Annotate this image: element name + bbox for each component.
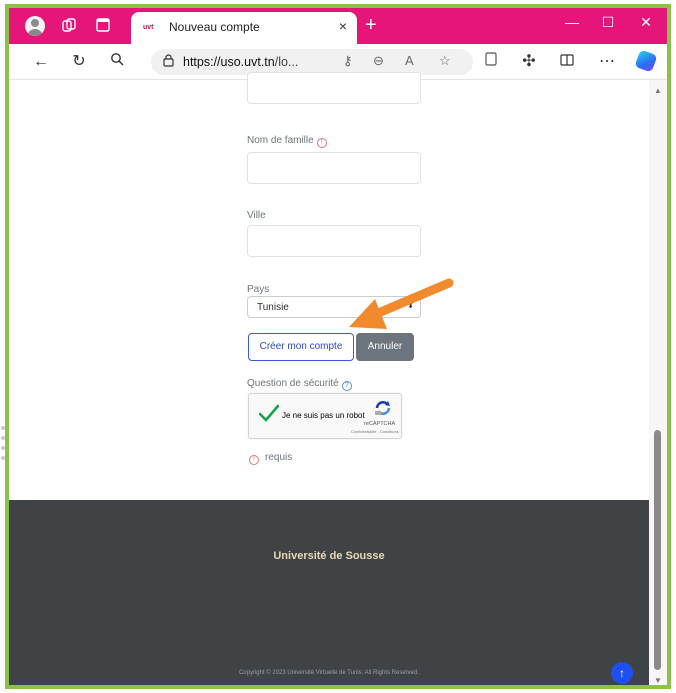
back-icon[interactable]: ← (31, 52, 51, 72)
last-name-field[interactable] (247, 152, 421, 184)
copilot-icon[interactable] (634, 49, 658, 73)
maximize-icon[interactable]: ☐ (593, 14, 623, 31)
scroll-down-icon[interactable]: ▼ (654, 676, 662, 685)
collections-icon[interactable] (481, 52, 501, 72)
new-tab-button[interactable]: + (365, 14, 377, 37)
first-name-field[interactable] (247, 72, 421, 104)
footer-copyright: Copyright © 2023 Université Virtuelle de… (238, 670, 420, 676)
tab-nouveau-compte[interactable]: uvt Nouveau compte × (131, 12, 357, 44)
security-question-label: Question de sécurité? (247, 378, 352, 391)
close-window-icon[interactable]: ✕ (631, 14, 661, 31)
background-decoration (0, 420, 8, 500)
page-content: Nom de famille! Ville Pays Tunisie ⬍ Cré… (9, 72, 649, 685)
tab-title: Nouveau compte (169, 20, 260, 34)
help-icon[interactable]: ? (341, 381, 352, 391)
profile-icon[interactable] (25, 16, 45, 36)
country-label: Pays (247, 284, 270, 295)
city-field[interactable] (247, 225, 421, 257)
annotation-arrow (349, 278, 454, 329)
footer: Université de Sousse Copyright © 2023 Un… (9, 500, 649, 685)
recaptcha-label: Je ne suis pas un robot (282, 411, 365, 420)
city-label: Ville (247, 210, 266, 221)
scrollbar[interactable]: ▲ ▼ (649, 80, 667, 685)
refresh-icon[interactable]: ↻ (69, 52, 89, 72)
browser-window: uvt Nouveau compte × + — ☐ ✕ ← ↻ https:/… (5, 4, 671, 689)
read-aloud-icon[interactable]: A (405, 53, 414, 68)
recaptcha-brand: reCAPTCHA (364, 421, 396, 427)
workspaces-icon[interactable] (61, 18, 77, 34)
lock-icon[interactable] (163, 54, 174, 70)
scroll-top-icon[interactable]: ↑ (611, 662, 633, 684)
favorite-icon[interactable]: ☆ (439, 53, 451, 69)
more-icon[interactable]: ⋯ (597, 52, 617, 72)
checkmark-icon[interactable] (259, 402, 279, 424)
split-screen-icon[interactable] (557, 52, 577, 72)
key-icon[interactable]: ⚷ (343, 53, 353, 69)
scroll-up-icon[interactable]: ▲ (654, 86, 662, 95)
country-selected-value: Tunisie (257, 302, 289, 313)
minimize-icon[interactable]: — (557, 14, 587, 30)
extensions-icon[interactable]: ✣ (519, 52, 539, 72)
scrollbar-thumb[interactable] (654, 430, 661, 670)
recaptcha-terms[interactable]: Confidentialité - Conditions (351, 429, 399, 434)
recaptcha-logo-icon (375, 401, 391, 415)
title-bar: uvt Nouveau compte × + — ☐ ✕ (9, 8, 667, 44)
required-icon: ! (316, 138, 327, 148)
tab-favicon: uvt (143, 24, 154, 31)
last-name-label: Nom de famille! (247, 135, 327, 148)
recaptcha-widget[interactable]: Je ne suis pas un robot reCAPTCHA Confid… (248, 393, 402, 439)
zoom-out-icon[interactable]: ⊖ (373, 53, 384, 69)
url-text: https://uso.uvt.tn/lo... (183, 55, 299, 69)
required-icon: ! (249, 455, 259, 465)
required-legend: ! requis (249, 452, 292, 465)
close-icon[interactable]: × (339, 18, 347, 34)
tab-actions-icon[interactable] (95, 18, 111, 34)
search-icon[interactable] (107, 52, 127, 72)
footer-title: Université de Sousse (273, 550, 385, 562)
